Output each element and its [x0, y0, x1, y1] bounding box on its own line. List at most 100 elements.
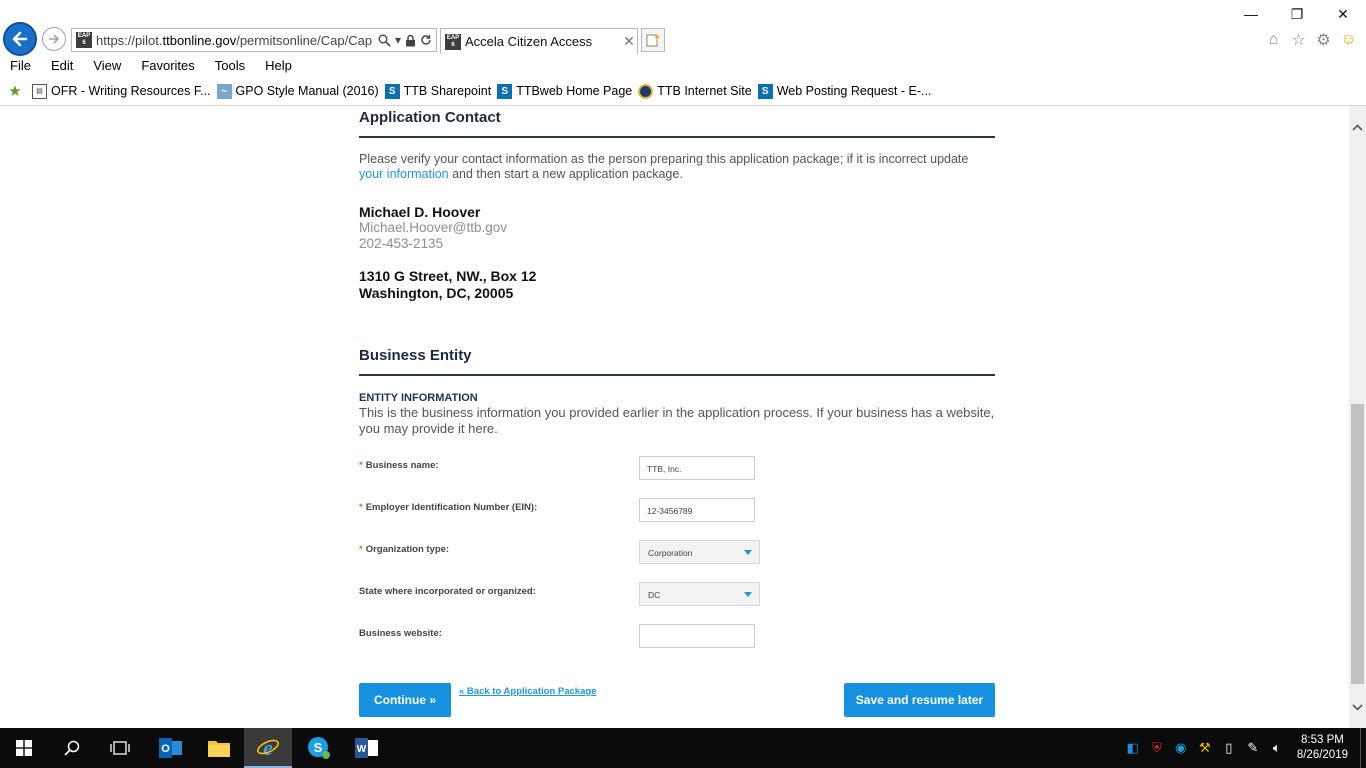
clock-time: 8:53 PM: [1301, 734, 1344, 746]
volume-icon[interactable]: 🔈︎: [1266, 737, 1288, 759]
home-icon[interactable]: ⌂: [1264, 30, 1283, 49]
search-icon: [64, 740, 80, 756]
address-line-1: 1310 G Street, NW., Box 12: [359, 268, 537, 284]
section-divider: [359, 374, 995, 376]
favorite-ttb-internet[interactable]: TTB Internet Site: [638, 83, 752, 99]
task-view-button[interactable]: [96, 728, 144, 768]
save-and-resume-button[interactable]: Save and resume later: [844, 683, 995, 717]
svg-text:S: S: [314, 740, 323, 755]
favorite-web-posting[interactable]: S Web Posting Request - E-...: [757, 83, 931, 99]
page-content: Application Contact Please verify your c…: [359, 106, 995, 717]
page-scrollbar[interactable]: [1349, 106, 1366, 728]
search-taskbar-button[interactable]: [48, 728, 96, 768]
favorite-gpo[interactable]: ~ GPO Style Manual (2016): [216, 83, 379, 99]
system-clock[interactable]: 8:53 PM 8/26/2019: [1297, 733, 1348, 763]
usb-device-icon[interactable]: ▯: [1218, 737, 1240, 759]
menu-view[interactable]: View: [83, 56, 131, 76]
word-taskbar-button[interactable]: W: [344, 728, 390, 768]
word-icon: W: [355, 738, 378, 758]
menu-tools[interactable]: Tools: [205, 56, 255, 76]
state-select[interactable]: DC: [639, 582, 760, 606]
minimize-icon[interactable]: —: [1228, 0, 1274, 28]
organization-type-select[interactable]: Corporation: [639, 540, 760, 564]
start-button[interactable]: [0, 728, 48, 768]
forward-button[interactable]: [42, 27, 66, 51]
business-entity-title: Business Entity: [359, 347, 472, 364]
contact-name: Michael D. Hoover: [359, 204, 481, 220]
continue-button[interactable]: Continue »: [359, 683, 451, 717]
ein-input[interactable]: 12-3456789: [639, 498, 755, 522]
smiley-feedback-icon[interactable]: ☺: [1339, 30, 1358, 49]
system-tray: ◧ ⛨ ◉ ⚒ ▯ ✎ 🔈︎ 8:53 PM 8/26/2019: [1121, 728, 1366, 768]
business-website-input[interactable]: [639, 624, 755, 648]
mcafee-shield-icon[interactable]: ⛨: [1146, 737, 1168, 759]
address-url[interactable]: https://pilot.ttbonline.gov/permitsonlin…: [96, 33, 378, 48]
favorite-ttb-sharepoint[interactable]: S TTB Sharepoint: [384, 83, 491, 99]
application-contact-section: Application Contact Please verify your c…: [359, 109, 995, 302]
ein-label: * Employer Identification Number (EIN):: [359, 502, 538, 513]
your-information-link[interactable]: your information: [359, 167, 449, 181]
browser-tab[interactable]: EAP 6 Accela Citizen Access ✕: [440, 28, 638, 54]
tab-title: Accela Citizen Access: [465, 34, 593, 49]
ttb-seal-icon: [638, 83, 654, 99]
network-tool-icon[interactable]: ⚒: [1194, 737, 1216, 759]
search-icon[interactable]: [378, 34, 391, 47]
back-to-application-package-link[interactable]: « Back to Application Package: [459, 686, 596, 697]
business-name-row: * Business name: TTB, Inc.: [359, 456, 995, 498]
internet-explorer-taskbar-button[interactable]: e: [244, 728, 292, 768]
entity-information-description: This is the business information you pro…: [359, 405, 995, 436]
windows-taskbar: O e S W ◧ ⛨ ◉ ⚒ ▯ ✎ 🔈︎ 8:53 PM 8/26/2019: [0, 728, 1366, 768]
scroll-up-icon[interactable]: [1349, 119, 1366, 136]
scroll-down-icon[interactable]: [1349, 699, 1366, 716]
outlook-tray-icon[interactable]: ◧: [1122, 737, 1144, 759]
file-explorer-taskbar-button[interactable]: [196, 728, 242, 768]
menu-file[interactable]: File: [0, 56, 41, 76]
menu-edit[interactable]: Edit: [41, 56, 83, 76]
svg-text:e: e: [263, 735, 273, 759]
skype-taskbar-button[interactable]: S: [296, 728, 342, 768]
entity-information-title: ENTITY INFORMATION: [359, 392, 478, 404]
required-marker: *: [359, 460, 363, 471]
new-tab-icon: [646, 34, 660, 47]
close-window-icon[interactable]: ✕: [1320, 0, 1366, 28]
svg-text:W: W: [357, 744, 367, 755]
lock-icon[interactable]: [405, 34, 416, 47]
business-name-input[interactable]: TTB, Inc.: [639, 456, 755, 480]
add-favorite-icon[interactable]: ★: [4, 82, 26, 100]
gear-icon[interactable]: ⚙: [1314, 30, 1333, 49]
favorite-ofr[interactable]: ▤ OFR - Writing Resources F...: [32, 83, 211, 99]
arrow-right-icon: [49, 34, 60, 44]
sharepoint-icon: S: [497, 83, 513, 99]
dropdown-icon[interactable]: ▾: [395, 33, 401, 47]
chevron-down-icon: [744, 592, 752, 597]
outlook-taskbar-button[interactable]: O: [148, 728, 194, 768]
scroll-thumb[interactable]: [1351, 404, 1364, 684]
contact-address: 1310 G Street, NW., Box 12 Washington, D…: [359, 268, 995, 302]
eap-site-icon: EAP 6: [76, 32, 92, 48]
required-marker: *: [359, 502, 363, 513]
restore-icon[interactable]: ❐: [1274, 0, 1320, 28]
pen-icon[interactable]: ✎: [1242, 737, 1264, 759]
menu-help[interactable]: Help: [255, 56, 302, 76]
business-entity-section: Business Entity ENTITY INFORMATION This …: [359, 347, 995, 666]
website-label: Business website:: [359, 628, 442, 639]
contact-phone: 202-453-2135: [359, 236, 444, 251]
address-bar[interactable]: EAP 6 https://pilot.ttbonline.gov/permits…: [71, 28, 437, 52]
show-desktop-button[interactable]: [1360, 728, 1366, 768]
section-divider: [359, 136, 995, 138]
state-label: State where incorporated or organized:: [359, 586, 536, 597]
close-tab-icon[interactable]: ✕: [621, 33, 637, 50]
business-name-label: * Business name:: [359, 460, 439, 471]
refresh-icon[interactable]: [420, 34, 432, 46]
required-marker: *: [359, 544, 363, 555]
favorite-ttbweb[interactable]: S TTBweb Home Page: [497, 83, 632, 99]
menu-favorites[interactable]: Favorites: [131, 56, 204, 76]
organization-type-row: * Organization type: Corporation: [359, 540, 995, 582]
chevron-down-icon: [744, 550, 752, 555]
website-row: Business website:: [359, 624, 995, 666]
favorites-star-icon[interactable]: ☆: [1289, 30, 1308, 49]
new-tab-button[interactable]: [641, 28, 665, 52]
skype-tray-icon[interactable]: ◉: [1170, 737, 1192, 759]
back-button[interactable]: [3, 22, 37, 56]
address-line-2: Washington, DC, 20005: [359, 285, 514, 301]
